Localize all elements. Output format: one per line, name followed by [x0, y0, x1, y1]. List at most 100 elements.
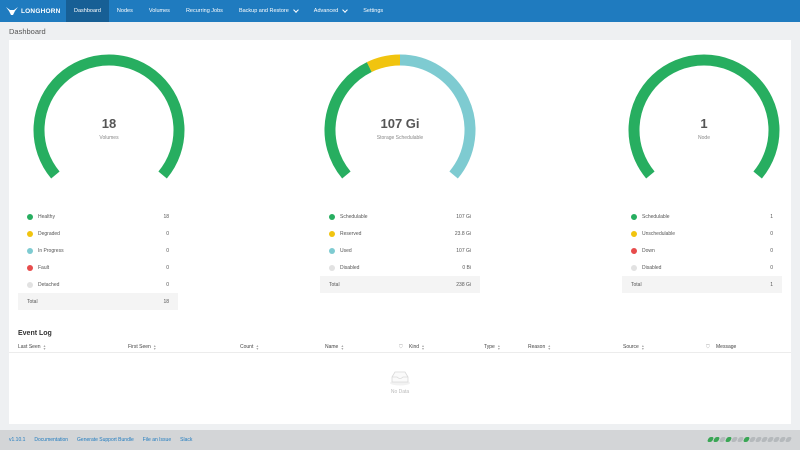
nodes-count: 1 — [700, 116, 708, 131]
volumes-legend-row: Fault 0 — [18, 259, 178, 276]
longhorn-logo-icon — [6, 7, 18, 15]
status-dot-icon — [27, 281, 33, 288]
legend-value: 18 — [163, 213, 169, 220]
nav-dashboard[interactable]: Dashboard — [66, 0, 109, 22]
empty-inbox-icon — [390, 371, 410, 386]
chevron-down-icon — [342, 6, 349, 13]
nodes-legend-row: Down 0 — [622, 242, 782, 259]
sort-icon[interactable]: ▴ ▾ — [422, 344, 424, 351]
main-nav: Dashboard Nodes Volumes Recurring Jobs Backu… — [66, 0, 391, 22]
volumes-count: 18 — [101, 116, 117, 131]
status-dot-icon — [631, 264, 637, 271]
nodes-legend-total: Total 1 — [622, 276, 782, 293]
footer-link-documentation[interactable]: Documentation — [34, 437, 68, 443]
sort-icon[interactable]: ▴ ▾ — [642, 344, 644, 351]
legend-value: 1 — [770, 213, 773, 220]
sort-icon[interactable]: ▴ ▾ — [498, 344, 500, 351]
volumes-legend: Healthy 18 Degraded 0 In Progress 0 Fault 0 Deta… — [18, 208, 178, 310]
event-log-title: Event Log — [18, 330, 52, 337]
column-header-kind[interactable]: Kind ▴ ▾ — [409, 344, 424, 351]
column-label: Reason — [528, 344, 546, 350]
nodes-legend-row: Disabled 0 — [622, 259, 782, 276]
total-label: Total — [631, 281, 642, 288]
version-link[interactable]: v1.10.1 — [9, 437, 25, 443]
nav-backup-and-restore[interactable]: Backup and Restore — [231, 0, 306, 22]
sort-icon[interactable]: ▴ ▾ — [44, 344, 46, 351]
storage-gauge: 107 Gi Storage Schedulable — [310, 50, 490, 200]
sort-icon[interactable]: ▴ ▾ — [154, 344, 156, 351]
sort-icon[interactable]: ▴ ▾ — [548, 344, 550, 351]
status-dot-icon — [329, 213, 335, 220]
nav-label: Settings — [363, 8, 384, 14]
nav-label: Nodes — [116, 8, 133, 14]
storage-amount: 107 Gi — [380, 116, 420, 131]
column-header-count[interactable]: Count ▴ ▾ — [240, 344, 258, 351]
volumes-legend-total: Total 18 — [18, 293, 178, 310]
sort-icon[interactable]: ▴ ▾ — [341, 344, 343, 351]
legend-value: 23.8 Gi — [454, 230, 471, 237]
volumes-label: Volumes — [99, 135, 119, 141]
dashboard-panel: 18 Volumes Healthy 18 Degraded 0 In Progress… — [9, 40, 791, 424]
status-dot-icon — [631, 247, 637, 254]
nav-settings[interactable]: Settings — [355, 0, 391, 22]
status-dot-icon — [329, 230, 335, 237]
volumes-legend-row: Detached 0 — [18, 276, 178, 293]
volumes-legend-row: Degraded 0 — [18, 225, 178, 242]
event-log-divider — [9, 352, 791, 353]
legend-value: 0 — [166, 281, 169, 288]
legend-name: Schedulable — [642, 213, 670, 220]
column-header-type[interactable]: Type ▴ ▾ — [484, 344, 500, 351]
column-label: Name — [325, 344, 339, 350]
legend-value: 0 — [166, 264, 169, 271]
nav-advanced[interactable]: Advanced — [306, 0, 355, 22]
status-dot-icon — [27, 247, 33, 254]
volumes-legend-row: In Progress 0 — [18, 242, 178, 259]
status-dot-icon — [27, 264, 33, 271]
filter-icon[interactable]: ⛉ — [706, 344, 710, 350]
legend-name: Used — [340, 247, 352, 254]
footer-link-file-issue[interactable]: File an Issue — [143, 437, 171, 443]
nav-nodes[interactable]: Nodes — [109, 0, 141, 22]
filter-icon[interactable]: ⛉ — [399, 344, 403, 350]
nav-label: Dashboard — [74, 8, 101, 14]
logo[interactable]: LONGHORN — [0, 0, 66, 22]
volumes-gauge: 18 Volumes — [19, 50, 199, 200]
sort-icon[interactable]: ▴ ▾ — [256, 344, 258, 351]
status-dot-icon — [329, 264, 335, 271]
status-indicator — [706, 437, 793, 442]
nodes-legend-row: Unschedulable 0 — [622, 225, 782, 242]
total-value: 238 Gi — [456, 281, 471, 288]
footer-link-support-bundle[interactable]: Generate Support Bundle — [77, 437, 134, 443]
column-header-message[interactable]: Message — [716, 344, 736, 350]
footer-link-slack[interactable]: Slack — [180, 437, 192, 443]
column-header-name[interactable]: Name ▴ ▾ — [325, 344, 343, 351]
column-label: Message — [716, 344, 737, 350]
status-dot-icon — [27, 230, 33, 237]
total-value: 18 — [163, 298, 169, 305]
legend-value: 0 Bi — [462, 264, 471, 271]
column-label: First Seen — [128, 344, 151, 350]
column-header-last-seen[interactable]: Last Seen ▴ ▾ — [18, 344, 46, 351]
nodes-label: Node — [698, 135, 710, 141]
legend-value: 107 Gi — [456, 247, 471, 254]
storage-legend-total: Total 238 Gi — [320, 276, 480, 293]
status-dot-icon — [631, 230, 637, 237]
storage-legend-row: Reserved 23.8 Gi — [320, 225, 480, 242]
legend-name: Unschedulable — [642, 230, 676, 237]
storage-gauge-segment-1 — [366, 54, 401, 73]
nav-label: Advanced — [313, 8, 339, 14]
total-value: 1 — [770, 281, 773, 288]
nav-recurring-jobs[interactable]: Recurring Jobs — [178, 0, 231, 22]
column-header-first-seen[interactable]: First Seen ▴ ▾ — [128, 344, 156, 351]
nodes-gauge: 1 Node — [614, 50, 794, 200]
page-title: Dashboard — [9, 27, 46, 36]
column-header-source[interactable]: Source ▴ ▾ — [623, 344, 644, 351]
legend-name: Schedulable — [340, 213, 368, 220]
nav-volumes[interactable]: Volumes — [141, 0, 178, 22]
storage-label: Storage Schedulable — [376, 135, 424, 141]
total-label: Total — [329, 281, 340, 288]
column-header-reason[interactable]: Reason ▴ ▾ — [528, 344, 550, 351]
empty-state-text: No Data — [390, 389, 410, 395]
footer: v1.10.1 Documentation Generate Support B… — [0, 430, 800, 450]
legend-value: 0 — [166, 230, 169, 237]
